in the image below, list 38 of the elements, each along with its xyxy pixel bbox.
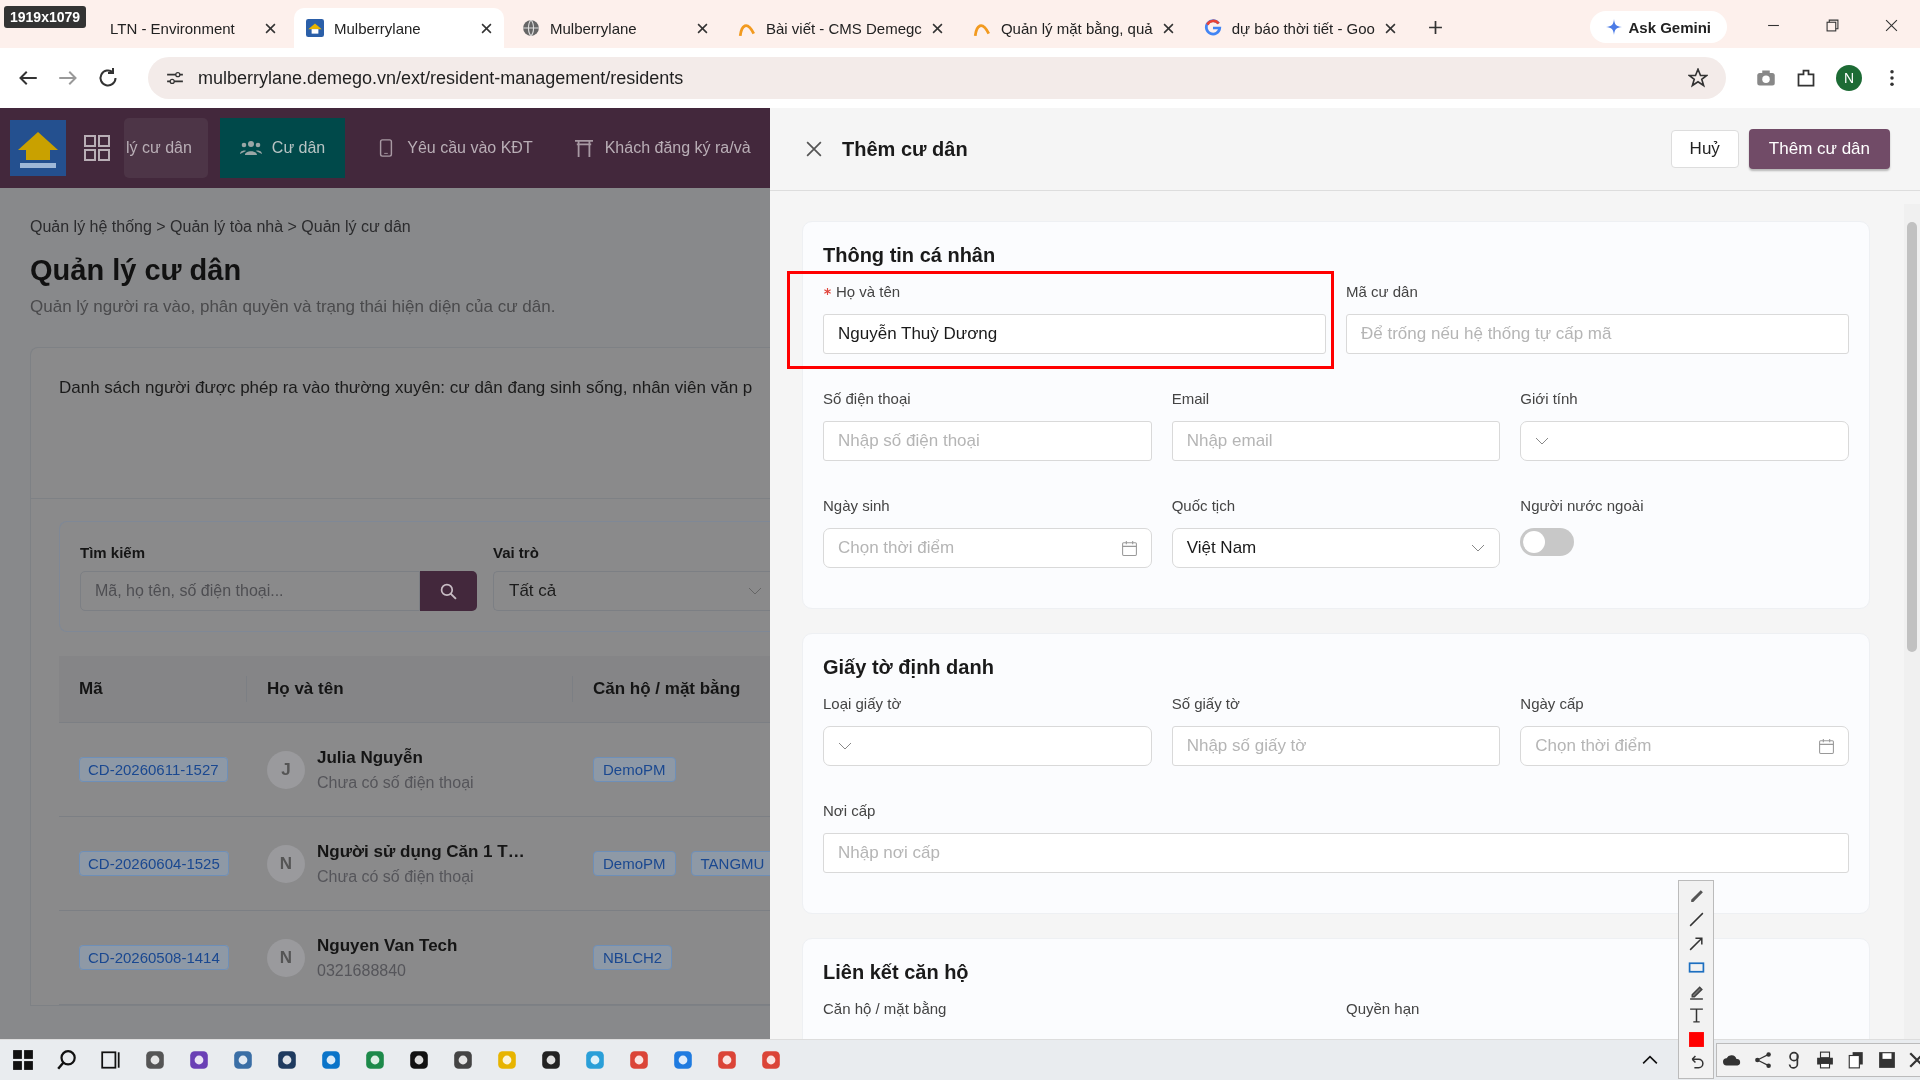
avatar: N bbox=[267, 938, 305, 977]
field-label: Người nước ngoài bbox=[1520, 497, 1644, 514]
resident-name: Nguyen Van Tech bbox=[317, 935, 458, 956]
field-label: Họ và tên bbox=[836, 283, 901, 300]
resident-name: Người sử dụng Căn 1 T… bbox=[317, 841, 525, 862]
breadcrumb: Quản lý hệ thống > Quản lý tòa nhà > Quản lý cư dân bbox=[30, 218, 412, 236]
field-label: Số giấy tờ bbox=[1171, 695, 1240, 712]
field-label: Quốc tịch bbox=[1171, 497, 1236, 514]
size-label-tooltip: 1919x1079 bbox=[4, 6, 87, 28]
column-header: Căn hộ / mặt bằng bbox=[592, 678, 742, 700]
field-label: Ngày cấp bbox=[1520, 695, 1584, 712]
unit-tag: TANGMU bbox=[690, 851, 770, 876]
unit-tag: DemoPM bbox=[593, 851, 676, 876]
field-label: Nơi cấp bbox=[823, 802, 876, 819]
field-label: Loại giấy tờ bbox=[823, 695, 902, 712]
field-label: Ngày sinh bbox=[823, 497, 890, 514]
field-label: Mã cư dân bbox=[1346, 283, 1418, 300]
avatar: J bbox=[267, 750, 305, 789]
field-label: Căn hộ / mặt bằng bbox=[823, 1000, 947, 1017]
page-title: Quản lý cư dân bbox=[30, 254, 243, 287]
section-title: Giấy tờ định danh bbox=[823, 656, 994, 679]
field-label: Quyền hạn bbox=[1346, 1000, 1420, 1017]
field-label: Giới tính bbox=[1520, 390, 1578, 407]
section-title: Liên kết căn hộ bbox=[823, 961, 969, 984]
url-text: mulberrylane.demego.vn/ext/resident-management/residents bbox=[198, 67, 685, 89]
field-label: Vai trò bbox=[493, 544, 540, 561]
drawer-title: Thêm cư dân bbox=[842, 137, 968, 161]
unit-tag: DemoPM bbox=[593, 757, 676, 782]
field-label: Email bbox=[1171, 390, 1210, 407]
resident-name: Julia Nguyễn bbox=[317, 747, 424, 768]
column-header: Mã bbox=[59, 676, 247, 702]
unit-tag: NBLCH2 bbox=[593, 945, 673, 970]
section-title: Thông tin cá nhân bbox=[823, 244, 996, 267]
column-header: Họ và tên bbox=[247, 676, 573, 702]
avatar: N bbox=[267, 844, 305, 883]
page-subtitle: Quản lý người ra vào, phân quyền và trạng thái hiện diện của cư dân. bbox=[30, 297, 557, 317]
field-label: Tìm kiếm bbox=[80, 544, 147, 561]
field-label: Số điện thoại bbox=[823, 390, 911, 407]
